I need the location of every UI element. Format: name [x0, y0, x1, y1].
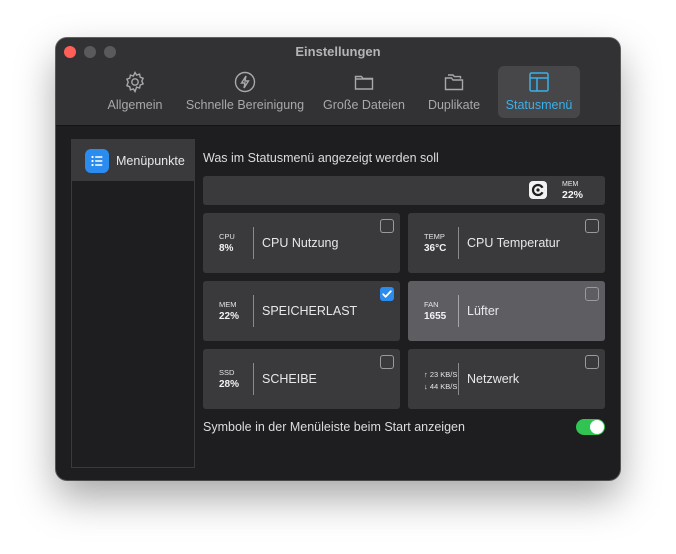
network-upload-value: ↑ 23 KB/S	[424, 370, 458, 379]
metric-name: Netzwerk	[467, 372, 520, 386]
tab-grosse-dateien[interactable]: Große Dateien	[320, 66, 408, 118]
metric-card-ssd[interactable]: SSD 28% SCHEIBE	[203, 349, 400, 409]
metric-card-mem[interactable]: MEM 22% SPEICHERLAST	[203, 281, 400, 341]
network-checkbox[interactable]	[585, 355, 599, 369]
metric-card-temp[interactable]: TEMP 36°C CPU Temperatur	[408, 213, 605, 273]
metric-value: 22%	[219, 311, 240, 322]
metric-value: 1655	[424, 311, 447, 322]
divider	[458, 295, 459, 327]
metric-value: 28%	[219, 379, 240, 390]
toggle-knob	[590, 420, 604, 434]
metric-short-label: FAN	[424, 300, 439, 309]
tab-duplikate[interactable]: Duplikate	[421, 66, 487, 118]
metric-name: CPU Nutzung	[262, 236, 339, 250]
section-title: Was im Statusmenü angezeigt werden soll	[203, 151, 439, 165]
divider	[253, 295, 254, 327]
tab-label: Statusmenü	[505, 98, 573, 112]
metric-value: 36°C	[424, 243, 447, 254]
sidebar: Menüpunkte	[71, 139, 195, 468]
gear-icon	[125, 71, 145, 94]
preview-metric-value: 22%	[562, 189, 584, 201]
metric-value: 8%	[219, 243, 234, 254]
settings-window: Einstellungen Allgemein Schnelle Bereini…	[56, 38, 620, 480]
tab-allgemein[interactable]: Allgemein	[104, 66, 166, 118]
ssd-checkbox[interactable]	[380, 355, 394, 369]
metric-card-cpu[interactable]: CPU 8% CPU Nutzung	[203, 213, 400, 273]
duplicate-folder-icon	[444, 74, 464, 91]
tab-label: Schnelle Bereinigung	[185, 98, 305, 112]
network-download-value: ↓ 44 KB/S	[424, 382, 458, 391]
toolbar: Einstellungen Allgemein Schnelle Bereini…	[56, 38, 620, 126]
cpu-checkbox[interactable]	[380, 219, 394, 233]
metric-card-fan[interactable]: FAN 1655 Lüfter	[408, 281, 605, 341]
tab-schnelle-bereinigung[interactable]: Schnelle Bereinigung	[183, 66, 307, 118]
window-layout-icon	[529, 72, 549, 92]
metric-short-label: MEM	[219, 300, 237, 309]
app-logo-icon	[529, 181, 547, 199]
divider	[253, 363, 254, 395]
tab-label: Große Dateien	[323, 98, 405, 112]
lightning-icon	[234, 71, 256, 93]
checkmark-icon	[382, 290, 392, 298]
list-icon	[85, 148, 109, 173]
temp-checkbox[interactable]	[585, 219, 599, 233]
startup-toggle[interactable]	[576, 419, 605, 435]
statusbar-preview: MEM 22%	[203, 176, 605, 205]
metric-short-label: TEMP	[424, 232, 445, 241]
divider	[458, 363, 459, 395]
sidebar-item-menuepunkte[interactable]: Menüpunkte	[72, 140, 194, 181]
mem-checkbox[interactable]	[380, 287, 394, 301]
preview-metric-label: MEM	[562, 181, 579, 188]
metric-name: SCHEIBE	[262, 372, 317, 386]
metric-short-label: SSD	[219, 368, 235, 377]
metric-name: CPU Temperatur	[467, 236, 560, 250]
tab-label: Duplikate	[427, 98, 481, 112]
metric-short-label: CPU	[219, 232, 235, 241]
tab-statusmenue[interactable]: Statusmenü	[498, 66, 580, 118]
sidebar-item-label: Menüpunkte	[116, 153, 185, 168]
startup-setting-label: Symbole in der Menüleiste beim Start anz…	[203, 420, 465, 434]
metric-name: Lüfter	[467, 304, 499, 318]
fan-checkbox[interactable]	[585, 287, 599, 301]
divider	[253, 227, 254, 259]
tab-label: Allgemein	[107, 98, 163, 112]
metric-card-network[interactable]: ↑ 23 KB/S ↓ 44 KB/S Netzwerk	[408, 349, 605, 409]
folder-icon	[354, 75, 374, 90]
metric-name: SPEICHERLAST	[262, 304, 358, 318]
divider	[458, 227, 459, 259]
window-title: Einstellungen	[295, 44, 381, 59]
